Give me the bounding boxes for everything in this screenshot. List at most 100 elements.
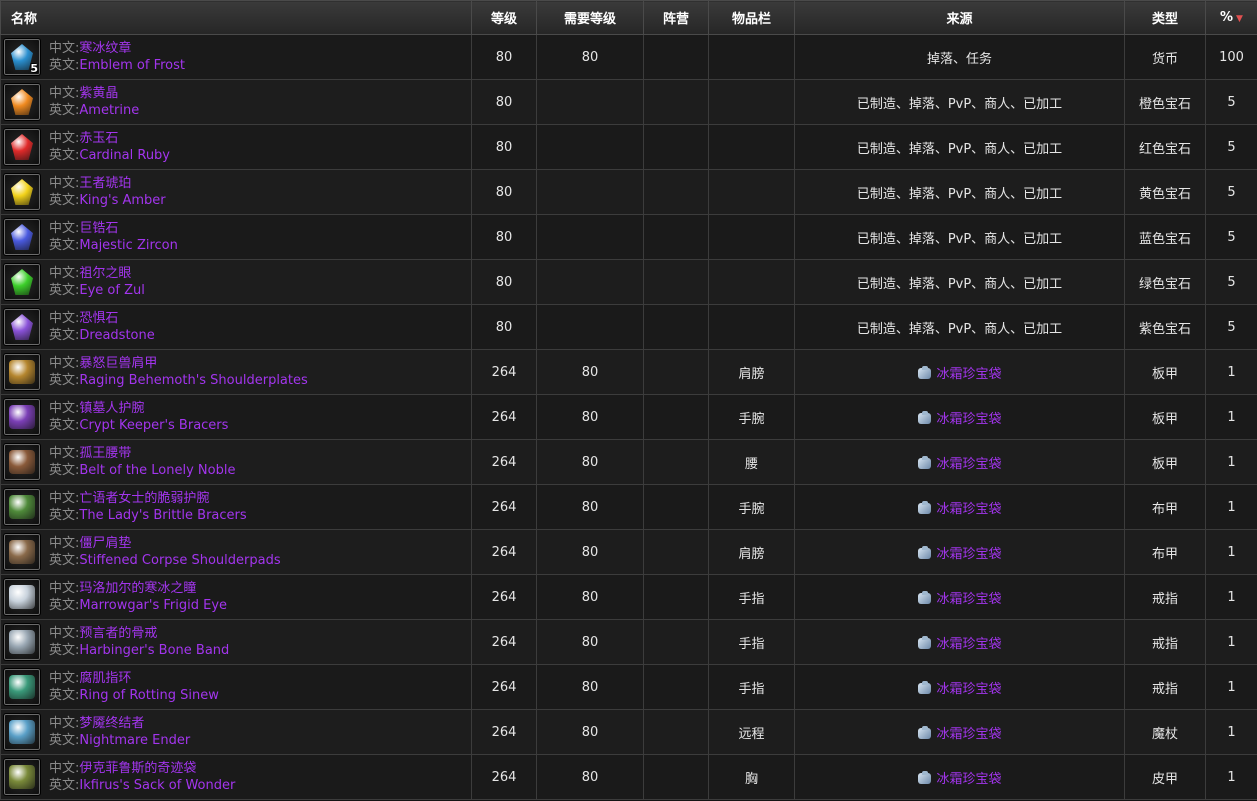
item-slot: 腰 bbox=[708, 439, 795, 485]
source-link[interactable]: 冰霜珍宝袋 bbox=[936, 412, 1001, 427]
source-link[interactable]: 冰霜珍宝袋 bbox=[936, 547, 1001, 562]
item-name-english-link[interactable]: Cardinal Ruby bbox=[79, 148, 170, 163]
eye-of-zul-icon[interactable] bbox=[3, 263, 41, 301]
column-header-required-level[interactable]: 需要等级 bbox=[536, 0, 644, 35]
column-header-slot[interactable]: 物品栏 bbox=[708, 0, 795, 35]
table-row[interactable]: 中文:伊克菲鲁斯的奇迹袋 英文:Ikfirus's Sack of Wonder 2… bbox=[0, 754, 1257, 800]
item-name-english-link[interactable]: Belt of the Lonely Noble bbox=[79, 463, 235, 478]
item-icon-art bbox=[9, 360, 35, 384]
table-row[interactable]: 中文:赤玉石 英文:Cardinal Ruby 80 已制造、掉落、PvP、商人、已加… bbox=[0, 124, 1257, 170]
table-row[interactable]: 中文:腐肌指环 英文:Ring of Rotting Sinew 264 80 手指 冰霜… bbox=[0, 664, 1257, 710]
item-name-english-link[interactable]: Raging Behemoth's Shoulderplates bbox=[79, 373, 307, 388]
item-slot bbox=[708, 214, 795, 260]
column-header-source[interactable]: 来源 bbox=[794, 0, 1125, 35]
item-name-english-link[interactable]: The Lady's Brittle Bracers bbox=[79, 508, 246, 523]
emblem-of-frost-icon[interactable]: 5 bbox=[3, 38, 41, 76]
item-name-english-link[interactable]: Nightmare Ender bbox=[79, 733, 190, 748]
column-header-percent[interactable]: % ▼ bbox=[1205, 0, 1257, 35]
rotting-sinew-icon[interactable] bbox=[3, 668, 41, 706]
bracers-icon[interactable] bbox=[3, 398, 41, 436]
item-name-chinese-link[interactable]: 亡语者女士的脆弱护腕 bbox=[79, 491, 209, 506]
wand-icon[interactable] bbox=[3, 713, 41, 751]
item-name-chinese-link[interactable]: 紫黄晶 bbox=[79, 86, 118, 101]
item-slot: 手腕 bbox=[708, 484, 795, 530]
column-header-type[interactable]: 类型 bbox=[1124, 0, 1206, 35]
source-link[interactable]: 冰霜珍宝袋 bbox=[936, 637, 1001, 652]
item-name-chinese-link[interactable]: 暴怒巨兽肩甲 bbox=[79, 356, 157, 371]
source-link[interactable]: 冰霜珍宝袋 bbox=[936, 367, 1001, 382]
item-slot: 手指 bbox=[708, 574, 795, 620]
sack-of-wonder-icon[interactable] bbox=[3, 758, 41, 796]
source-link[interactable]: 冰霜珍宝袋 bbox=[936, 772, 1001, 787]
item-name-english-link[interactable]: Emblem of Frost bbox=[79, 58, 185, 73]
column-header-name[interactable]: 名称 bbox=[0, 0, 472, 35]
ametrine-icon[interactable] bbox=[3, 83, 41, 121]
item-name-english-link[interactable]: Eye of Zul bbox=[79, 283, 144, 298]
item-name-english-link[interactable]: King's Amber bbox=[79, 193, 165, 208]
chinese-label: 中文: bbox=[49, 401, 80, 416]
source-link[interactable]: 冰霜珍宝袋 bbox=[936, 592, 1001, 607]
table-row[interactable]: 中文:孤王腰带 英文:Belt of the Lonely Noble 264 80 腰… bbox=[0, 439, 1257, 485]
item-name-chinese-link[interactable]: 玛洛加尔的寒冰之瞳 bbox=[79, 581, 196, 596]
source-link[interactable]: 冰霜珍宝袋 bbox=[936, 457, 1001, 472]
source-link[interactable]: 冰霜珍宝袋 bbox=[936, 727, 1001, 742]
table-row[interactable]: 中文:恐惧石 英文:Dreadstone 80 已制造、掉落、PvP、商人、已加工 紫色… bbox=[0, 304, 1257, 350]
table-row[interactable]: 中文:紫黄晶 英文:Ametrine 80 已制造、掉落、PvP、商人、已加工 橙色宝石… bbox=[0, 79, 1257, 125]
shoulderpads-icon[interactable] bbox=[3, 533, 41, 571]
item-name-english-link[interactable]: Ring of Rotting Sinew bbox=[79, 688, 219, 703]
chinese-label: 中文: bbox=[49, 446, 80, 461]
column-header-level[interactable]: 等级 bbox=[471, 0, 537, 35]
item-name-chinese-link[interactable]: 寒冰纹章 bbox=[79, 41, 131, 56]
item-name-chinese-link[interactable]: 僵尸肩垫 bbox=[79, 536, 131, 551]
table-row[interactable]: 5 中文:寒冰纹章 英文:Emblem of Frost 80 80 掉落、任务 货币 100 bbox=[0, 34, 1257, 80]
majestic-zircon-icon[interactable] bbox=[3, 218, 41, 256]
item-name-english-link[interactable]: Crypt Keeper's Bracers bbox=[79, 418, 228, 433]
item-name-english-link[interactable]: Harbinger's Bone Band bbox=[79, 643, 229, 658]
english-label: 英文: bbox=[49, 58, 80, 73]
item-name-chinese-link[interactable]: 赤玉石 bbox=[79, 131, 118, 146]
item-faction bbox=[643, 169, 709, 215]
item-slot bbox=[708, 124, 795, 170]
item-name-english-link[interactable]: Majestic Zircon bbox=[79, 238, 177, 253]
item-name-english-link[interactable]: Dreadstone bbox=[79, 328, 154, 343]
table-row[interactable]: 中文:镇墓人护腕 英文:Crypt Keeper's Bracers 264 80 手腕… bbox=[0, 394, 1257, 440]
item-name-english-link[interactable]: Stiffened Corpse Shoulderpads bbox=[79, 553, 280, 568]
table-row[interactable]: 中文:预言者的骨戒 英文:Harbinger's Bone Band 264 80 手指… bbox=[0, 619, 1257, 665]
table-row[interactable]: 中文:玛洛加尔的寒冰之瞳 英文:Marrowgar's Frigid Eye 264… bbox=[0, 574, 1257, 620]
item-name-chinese-link[interactable]: 腐肌指环 bbox=[79, 671, 131, 686]
item-required-level: 80 bbox=[536, 754, 644, 800]
source-link[interactable]: 冰霜珍宝袋 bbox=[936, 502, 1001, 517]
item-name-english-link[interactable]: Marrowgar's Frigid Eye bbox=[79, 598, 227, 613]
item-slot: 手指 bbox=[708, 664, 795, 710]
item-name-chinese-link[interactable]: 梦魇终结者 bbox=[79, 716, 144, 731]
cloth-bracers-icon[interactable] bbox=[3, 488, 41, 526]
frigid-eye-icon[interactable] bbox=[3, 578, 41, 616]
table-row[interactable]: 中文:亡语者女士的脆弱护腕 英文:The Lady's Brittle Brace… bbox=[0, 484, 1257, 530]
item-name-english-link[interactable]: Ametrine bbox=[79, 103, 139, 118]
item-name-chinese-link[interactable]: 镇墓人护腕 bbox=[79, 401, 144, 416]
belt-icon[interactable] bbox=[3, 443, 41, 481]
item-name-chinese-link[interactable]: 王者琥珀 bbox=[79, 176, 131, 191]
shoulderplates-icon[interactable] bbox=[3, 353, 41, 391]
item-name-chinese-link[interactable]: 孤王腰带 bbox=[79, 446, 131, 461]
table-row[interactable]: 中文:僵尸肩垫 英文:Stiffened Corpse Shoulderpads 2… bbox=[0, 529, 1257, 575]
table-row[interactable]: 中文:王者琥珀 英文:King's Amber 80 已制造、掉落、PvP、商人、已加… bbox=[0, 169, 1257, 215]
item-name-chinese-link[interactable]: 巨锆石 bbox=[79, 221, 118, 236]
table-row[interactable]: 中文:巨锆石 英文:Majestic Zircon 80 已制造、掉落、PvP、商人、… bbox=[0, 214, 1257, 260]
dreadstone-icon[interactable] bbox=[3, 308, 41, 346]
item-name-cell: 5 中文:寒冰纹章 英文:Emblem of Frost bbox=[0, 34, 472, 80]
item-name-chinese-link[interactable]: 预言者的骨戒 bbox=[79, 626, 157, 641]
item-name-chinese-link[interactable]: 恐惧石 bbox=[79, 311, 118, 326]
source-link[interactable]: 冰霜珍宝袋 bbox=[936, 682, 1001, 697]
drop-percent: 100 bbox=[1205, 34, 1257, 80]
table-row[interactable]: 中文:暴怒巨兽肩甲 英文:Raging Behemoth's Shoulderpl… bbox=[0, 349, 1257, 395]
kings-amber-icon[interactable] bbox=[3, 173, 41, 211]
column-header-faction[interactable]: 阵营 bbox=[643, 0, 709, 35]
bone-band-icon[interactable] bbox=[3, 623, 41, 661]
item-name-chinese-link[interactable]: 祖尔之眼 bbox=[79, 266, 131, 281]
table-row[interactable]: 中文:祖尔之眼 英文:Eye of Zul 80 已制造、掉落、PvP、商人、已加工 绿… bbox=[0, 259, 1257, 305]
table-row[interactable]: 中文:梦魇终结者 英文:Nightmare Ender 264 80 远程 冰霜珍宝袋 魔杖… bbox=[0, 709, 1257, 755]
cardinal-ruby-icon[interactable] bbox=[3, 128, 41, 166]
item-name-chinese-link[interactable]: 伊克菲鲁斯的奇迹袋 bbox=[79, 761, 196, 776]
item-name-english-link[interactable]: Ikfirus's Sack of Wonder bbox=[79, 778, 235, 793]
